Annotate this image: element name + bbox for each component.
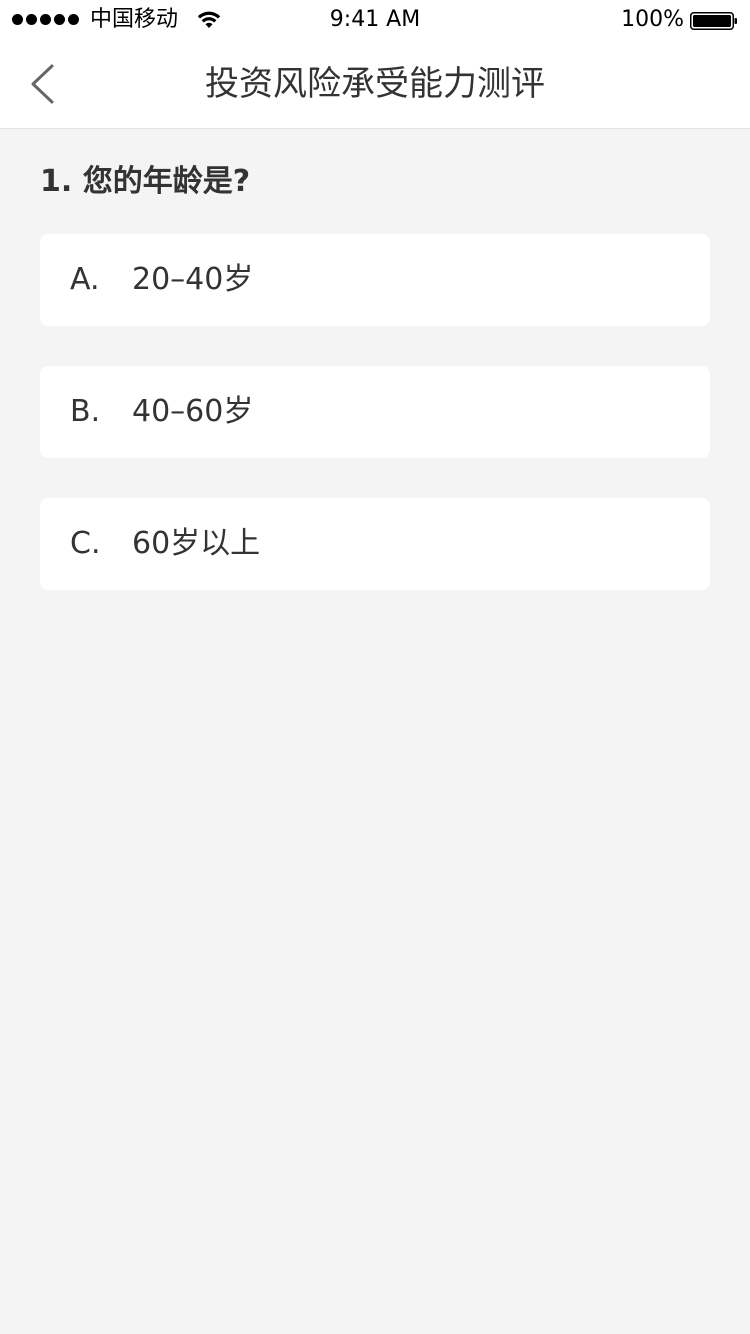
battery-percentage: 100% xyxy=(621,7,684,32)
status-bar: 中国移动 9:41 AM 100% xyxy=(0,0,750,40)
option-label: 40–60岁 xyxy=(132,394,254,429)
option-label: 60岁以上 xyxy=(132,526,261,561)
option-label: 20–40岁 xyxy=(132,262,254,297)
battery-icon xyxy=(690,12,737,30)
option-a[interactable]: A. 20–40岁 xyxy=(40,234,710,326)
option-b[interactable]: B. 40–60岁 xyxy=(40,366,710,458)
option-letter: A. xyxy=(70,262,100,297)
option-c[interactable]: C. 60岁以上 xyxy=(40,498,710,590)
page-title: 投资风险承受能力测评 xyxy=(205,64,545,104)
option-letter: B. xyxy=(70,394,101,429)
option-letter: C. xyxy=(70,526,101,561)
question-title: 1. 您的年龄是? xyxy=(40,164,251,199)
navigation-bar: 投资风险承受能力测评 xyxy=(0,40,750,129)
answer-options: A. 20–40岁 B. 40–60岁 C. 60岁以上 xyxy=(40,234,710,630)
